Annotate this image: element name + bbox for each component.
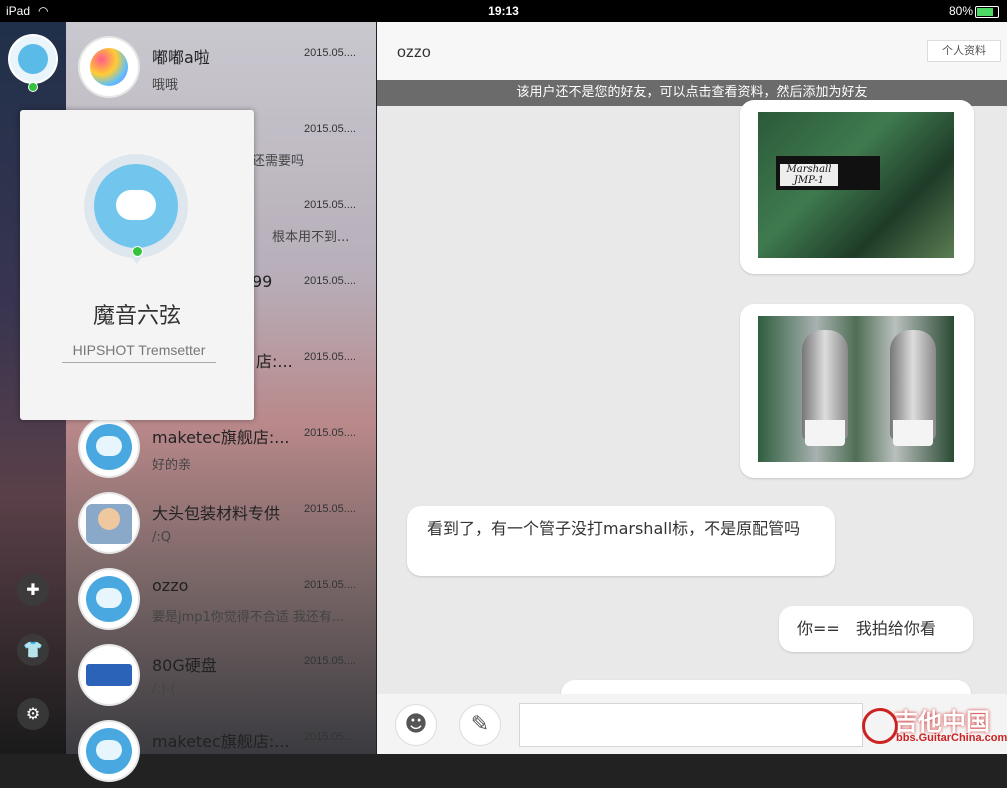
conversation-date: 2015.05....: [304, 199, 356, 211]
tube-base-graphic: [893, 420, 933, 446]
conversation-preview: 还需要吗: [252, 154, 305, 169]
bubble-face-icon: [116, 190, 156, 220]
watermark-url: bbs.GuitarChina.com: [896, 732, 1007, 744]
contact-avatar: [80, 570, 138, 628]
conversation-name: 嘟嘟a啦: [152, 48, 210, 67]
conversation-name: maketec旗舰店:...: [152, 428, 290, 447]
conversation-preview: /:Q: [152, 530, 171, 545]
conversation-name: 大头包装材料专供: [152, 504, 281, 523]
conversation-item[interactable]: maketec旗舰店:... 2015.05....: [66, 712, 376, 788]
emoji-icon[interactable]: ☻: [395, 704, 437, 746]
tube-base-graphic: [805, 420, 845, 446]
online-status-dot: [28, 82, 38, 92]
conversation-date: 2015.05....: [304, 579, 356, 591]
status-bar: iPad ◠ 19:13 80%: [0, 0, 1007, 22]
battery-fill: [977, 8, 993, 16]
conversation-date: 2015.05....: [304, 47, 356, 59]
chat-panel: ozzo 个人资料 该用户还不是您的好友，可以点击查看资料，然后添加为好友 Ma…: [377, 22, 1007, 754]
received-message[interactable]: 看到了，有一个管子没打marshall标，不是原配管吗: [407, 506, 835, 576]
contact-avatar: [80, 38, 138, 96]
profile-popover: 魔音六弦 HIPSHOT Tremsetter: [20, 110, 254, 420]
chat-add-icon[interactable]: ✚: [17, 574, 49, 606]
conversation-name: 80G硬盘: [152, 656, 217, 675]
contact-avatar: [80, 646, 138, 704]
conversation-date: 2015.05....: [304, 275, 356, 287]
vacuum-tubes-photo[interactable]: [758, 316, 954, 462]
clock: 19:13: [488, 4, 519, 18]
profile-button[interactable]: 个人资料: [927, 40, 1001, 62]
photo-label: Marshall JMP-1: [780, 164, 838, 186]
conversation-preview: 好的亲: [152, 458, 192, 473]
conversation-item[interactable]: 80G硬盘 2015.05.... /:)-(: [66, 636, 376, 712]
default-avatar-icon: [86, 424, 132, 470]
conversation-preview: 根本用不到...: [272, 230, 350, 245]
default-avatar-icon: [86, 576, 132, 622]
message-text: 看到了，有一个管子没打marshall标，不是原配管吗: [427, 519, 801, 538]
note-edit-icon[interactable]: ✎: [459, 704, 501, 746]
conversation-date: 2015.05....: [304, 655, 356, 667]
chat-header: ozzo 个人资料: [377, 22, 1007, 80]
conversation-name: 店:...: [256, 352, 293, 371]
contact-avatar: [80, 722, 138, 780]
conversation-name: 99: [252, 272, 273, 291]
conversation-date: 2015.05....: [304, 503, 356, 515]
contact-avatar: [80, 418, 138, 476]
shirt-icon[interactable]: 👕: [17, 634, 49, 666]
sent-message[interactable]: 你== 我拍给你看: [779, 606, 973, 652]
image-message[interactable]: [740, 304, 974, 478]
online-status-dot: [132, 246, 143, 257]
my-avatar[interactable]: [10, 36, 56, 82]
profile-avatar: [84, 154, 188, 258]
conversation-item[interactable]: 大头包装材料专供 2015.05.... /:Q: [66, 484, 376, 560]
conversation-name: maketec旗舰店:...: [152, 732, 290, 751]
conversation-name: ozzo: [152, 576, 189, 595]
conversation-preview: 要是jmp1你觉得不合适 我还有...: [152, 610, 345, 625]
profile-name: 魔音六弦: [92, 304, 181, 329]
conversation-preview: 哦哦: [152, 78, 179, 93]
conversation-preview: /:)-(: [152, 682, 176, 697]
profile-signature[interactable]: HIPSHOT Tremsetter: [62, 342, 216, 363]
guitar-logo-icon: [862, 708, 898, 744]
conversation-date: 2015.05....: [304, 351, 356, 363]
chat-title: ozzo: [397, 44, 431, 61]
avatar-icon: [18, 44, 48, 74]
conversation-date: 2015.05....: [304, 731, 356, 743]
conversation-item[interactable]: ozzo 2015.05.... 要是jmp1你觉得不合适 我还有...: [66, 560, 376, 636]
battery-icon: [975, 6, 999, 18]
conversation-date: 2015.05....: [304, 123, 356, 135]
avatar-icon: [94, 164, 178, 248]
gear-icon[interactable]: ⚙: [17, 698, 49, 730]
conversation-item[interactable]: 嘟嘟a啦 2015.05.... 哦哦: [66, 28, 376, 104]
message-text: 你== 我拍给你看: [797, 619, 936, 638]
image-message[interactable]: Marshall JMP-1: [740, 100, 974, 274]
contact-avatar: [80, 494, 138, 552]
default-avatar-icon: [86, 728, 132, 774]
watermark: 吉他中国 bbs.GuitarChina.com: [858, 702, 1007, 750]
message-input[interactable]: [519, 703, 863, 747]
circuit-board-photo[interactable]: Marshall JMP-1: [758, 112, 954, 258]
conversation-date: 2015.05....: [304, 427, 356, 439]
battery-percent: 80%: [948, 4, 973, 18]
